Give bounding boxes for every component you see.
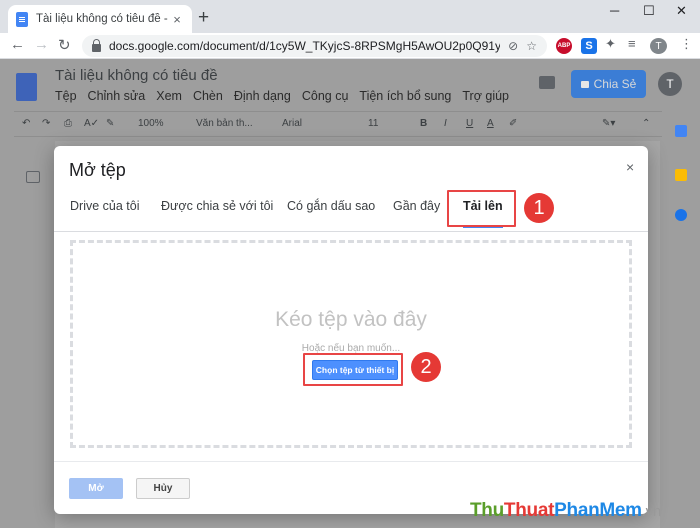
tab-my-drive[interactable]: Drive của tôi	[70, 190, 139, 232]
editing-mode-icon[interactable]: ✎▾	[602, 118, 615, 129]
tab-starred[interactable]: Có gắn dấu sao	[287, 190, 375, 232]
menu-help[interactable]: Trợ giúp	[462, 89, 509, 103]
document-outline-icon[interactable]	[26, 171, 40, 183]
spellcheck-icon[interactable]: A✓	[84, 118, 99, 129]
extensions-puzzle-icon[interactable]: ✦	[605, 36, 616, 52]
menu-insert[interactable]: Chèn	[193, 89, 223, 103]
menu-tools[interactable]: Công cụ	[302, 89, 349, 103]
open-button[interactable]: Mở	[69, 478, 123, 499]
menu-edit[interactable]: Chỉnh sửa	[88, 89, 146, 103]
redo-icon[interactable]: ↷	[42, 118, 50, 129]
lock-icon	[92, 38, 101, 52]
bookmark-star-icon[interactable]: ☆	[526, 39, 537, 53]
close-icon[interactable]: ×	[626, 159, 634, 175]
collapse-toolbar-icon[interactable]: ⌃	[642, 118, 650, 129]
tracking-blocked-icon[interactable]: ⊘	[508, 39, 518, 53]
adblock-extension-icon[interactable]: ABP	[556, 38, 572, 54]
underline-button[interactable]: U	[466, 118, 473, 129]
dialog-tabs: Drive của tôi Được chia sẻ với tôi Có gắ…	[54, 190, 648, 232]
document-title[interactable]: Tài liệu không có tiêu đề	[55, 67, 218, 84]
highlight-pen-icon[interactable]: ✐	[509, 118, 517, 129]
choose-file-button[interactable]: Chọn tệp từ thiết bị	[312, 360, 398, 380]
docs-logo-icon	[16, 73, 37, 101]
step-badge-1: 1	[524, 193, 554, 223]
reload-icon[interactable]: ↻	[58, 36, 71, 54]
docs-menu-bar: Tệp Chỉnh sửa Xem Chèn Định dạng Công cụ…	[55, 89, 509, 103]
dialog-title: Mở tệp	[69, 160, 126, 180]
user-avatar[interactable]: T	[658, 72, 682, 96]
formatting-toolbar: ↶ ↷ ⎙ A✓ ✎ 100% Văn bản th... Arial 11 B…	[14, 111, 662, 137]
browser-menu-icon[interactable]: ⋮	[680, 36, 693, 52]
font-size-select[interactable]: 11	[368, 118, 378, 129]
maximize-button[interactable]: ☐	[643, 3, 655, 19]
close-window-button[interactable]: ✕	[676, 3, 687, 19]
tab-title: Tài liệu không có tiêu đề - Google	[36, 13, 170, 25]
keep-icon[interactable]	[675, 169, 687, 181]
profile-avatar[interactable]: T	[650, 38, 667, 54]
italic-button[interactable]: I	[444, 118, 447, 129]
menu-format[interactable]: Định dạng	[234, 89, 291, 103]
site-watermark: ThuThuatPhanMem.vn	[470, 500, 661, 521]
share-button[interactable]: Chia Sẻ	[571, 70, 646, 98]
menu-file[interactable]: Tệp	[55, 89, 77, 103]
browser-tab[interactable]: Tài liệu không có tiêu đề - Google ×	[8, 5, 192, 33]
drop-zone-subtitle: Hoặc nếu bạn muốn...	[301, 343, 401, 354]
bold-button[interactable]: B	[420, 118, 427, 129]
tasks-icon[interactable]	[675, 209, 687, 221]
minimize-button[interactable]: ─	[610, 3, 619, 18]
text-color-button[interactable]: A	[487, 118, 494, 129]
menu-view[interactable]: Xem	[156, 89, 182, 103]
url-text[interactable]: docs.google.com/document/d/1cy5W_TKyjcS-…	[109, 39, 500, 53]
s-extension-icon[interactable]: S	[581, 38, 597, 54]
tab-upload[interactable]: Tải lên	[463, 190, 503, 232]
drop-zone-title: Kéo tệp vào đây	[275, 308, 427, 331]
style-select[interactable]: Văn bản th...	[196, 118, 253, 129]
font-select[interactable]: Arial	[282, 118, 302, 129]
google-docs-favicon-icon	[16, 11, 28, 27]
menu-addons[interactable]: Tiện ích bổ sung	[359, 89, 451, 103]
reading-list-icon[interactable]: ≡	[628, 36, 636, 51]
lock-icon	[580, 80, 589, 88]
undo-icon[interactable]: ↶	[22, 118, 30, 129]
open-file-dialog: Mở tệp × Drive của tôi Được chia sẻ với …	[54, 146, 648, 514]
paint-format-icon[interactable]: ✎	[106, 118, 114, 129]
tab-shared-with-me[interactable]: Được chia sẻ với tôi	[161, 190, 273, 232]
comment-history-icon[interactable]	[539, 76, 555, 89]
browser-toolbar: ← → ↻ docs.google.com/document/d/1cy5W_T…	[0, 33, 700, 59]
cancel-button[interactable]: Hủy	[136, 478, 190, 499]
step-badge-2: 2	[411, 352, 441, 382]
upload-drop-zone[interactable]: Kéo tệp vào đây Hoặc nếu bạn muốn... Chọ…	[70, 240, 632, 448]
back-arrow-icon[interactable]: ←	[10, 36, 25, 53]
forward-arrow-icon[interactable]: →	[34, 36, 49, 53]
tab-close-icon[interactable]: ×	[170, 12, 184, 27]
address-bar[interactable]: docs.google.com/document/d/1cy5W_TKyjcS-…	[82, 35, 547, 57]
tab-recent[interactable]: Gần đây	[393, 190, 440, 232]
print-icon[interactable]: ⎙	[64, 118, 72, 129]
browser-tabstrip: Tài liệu không có tiêu đề - Google × + ─…	[0, 0, 700, 33]
zoom-select[interactable]: 100%	[138, 118, 164, 129]
share-label: Chia Sẻ	[593, 77, 637, 91]
new-tab-button[interactable]: +	[198, 8, 209, 28]
calendar-icon[interactable]	[675, 125, 687, 137]
